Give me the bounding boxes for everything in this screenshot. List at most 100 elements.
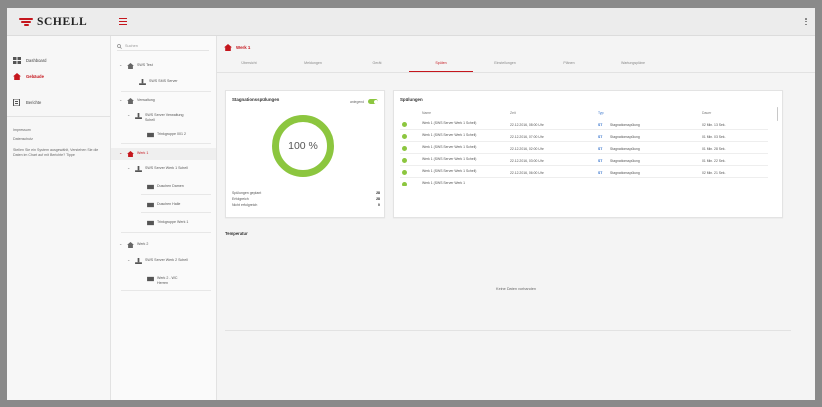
stagnation-title: Stagnationsspülungen bbox=[232, 97, 280, 102]
sidebar-item-reports[interactable]: Berichte bbox=[13, 96, 41, 108]
table-row[interactable]: Werk 1 (SWS Server Werk 1 Schell) 22.12.… bbox=[400, 155, 768, 166]
tab-device[interactable]: Gerät bbox=[345, 58, 409, 72]
tree-node-label: Verwaltung bbox=[137, 98, 155, 102]
percentage-ring: 100 % bbox=[272, 115, 334, 177]
group-icon bbox=[147, 276, 154, 282]
column-header-duration[interactable]: Dauer bbox=[702, 111, 711, 115]
chevron-down-icon[interactable]: ⌄ bbox=[127, 257, 132, 263]
stagnation-toggle[interactable] bbox=[368, 99, 378, 104]
search-icon bbox=[117, 43, 122, 49]
home-icon bbox=[13, 72, 21, 80]
table-row[interactable]: Werk 1 (SWS Server Werk 1 Schell) 22.12.… bbox=[400, 119, 768, 130]
tree-node-sws-server-verwaltung[interactable]: ⌄ SWS Server Verwaltung Schell bbox=[127, 112, 211, 122]
sidebar-item-label: Dashboard bbox=[26, 57, 47, 63]
chevron-down-icon[interactable]: ⌄ bbox=[119, 150, 124, 156]
grid-icon bbox=[13, 56, 21, 64]
tree-search[interactable]: Suchen bbox=[117, 42, 209, 51]
table-row[interactable]: Werk 1 (SWS Server Werk 1 Schell) 22.12.… bbox=[400, 131, 768, 142]
toggle-label: anlegend bbox=[350, 100, 364, 104]
sidebar: Dashboard Gebäude Berichte Impressum Dat… bbox=[7, 36, 111, 400]
tree-node-werk-2-wc-herren[interactable]: Werk 2 - WC Herren bbox=[147, 276, 211, 285]
sidebar-item-label: Gebäude bbox=[26, 73, 44, 79]
tree-node-label: SWS Test bbox=[137, 63, 153, 67]
temperature-title: Temperatur bbox=[225, 231, 248, 236]
home-icon bbox=[127, 151, 134, 157]
table-row[interactable]: Werk 1 (SWS Server Werk 1 bbox=[400, 179, 768, 186]
chevron-down-icon[interactable]: ⌄ bbox=[119, 62, 124, 68]
table-row[interactable]: Werk 1 (SWS Server Werk 1 Schell) 22.12.… bbox=[400, 167, 768, 178]
status-dot-icon bbox=[402, 122, 407, 127]
tree-node-trinkgruppe-001[interactable]: Trinkgruppe 001 2 bbox=[147, 132, 186, 138]
more-options-icon[interactable] bbox=[805, 18, 807, 26]
stat-failed: Nicht erfolgreich 0 bbox=[232, 203, 380, 207]
tree-node-label: SWS Server Werk 2 Schell bbox=[145, 258, 188, 262]
sidebar-item-buildings[interactable]: Gebäude bbox=[13, 70, 44, 82]
page-title: Werk 1 bbox=[236, 45, 251, 50]
group-icon bbox=[147, 184, 154, 190]
tab-overview[interactable]: Übersicht bbox=[217, 58, 281, 72]
server-icon bbox=[139, 79, 146, 85]
status-dot-icon bbox=[402, 146, 407, 151]
tree-node-label: SWS Server Verwaltung Schell bbox=[145, 113, 184, 122]
building-tree: Suchen ⌄ SWS Test SWS SMS Server ⌄ Verwa… bbox=[111, 36, 217, 400]
flushes-title: Spülungen bbox=[400, 97, 423, 102]
tree-node-sws-test[interactable]: ⌄ SWS Test bbox=[119, 62, 153, 69]
tree-node-sws-sms-server[interactable]: SWS SMS Server bbox=[139, 79, 178, 85]
brand-name: SCHELL bbox=[37, 16, 88, 28]
tree-node-label: Werk 2 bbox=[137, 242, 149, 246]
server-icon bbox=[135, 113, 142, 119]
tree-node-trinkgruppe-werk-1[interactable]: Trinkgruppe Werk 1 bbox=[147, 220, 188, 226]
tab-plans[interactable]: Plänen bbox=[537, 58, 601, 72]
home-icon bbox=[127, 98, 134, 104]
chevron-down-icon[interactable]: ⌄ bbox=[119, 97, 124, 103]
sidebar-item-label: Berichte bbox=[26, 99, 42, 105]
server-icon bbox=[135, 258, 142, 264]
tree-node-verwaltung[interactable]: ⌄ Verwaltung bbox=[119, 97, 155, 104]
menu-toggle-icon[interactable] bbox=[119, 18, 127, 25]
search-input[interactable]: Suchen bbox=[125, 44, 138, 48]
tree-node-label: Duschen Halle bbox=[157, 202, 181, 206]
chevron-down-icon[interactable]: ⌄ bbox=[127, 112, 132, 118]
scrollbar[interactable] bbox=[776, 107, 778, 121]
privacy-link[interactable]: Datenschutz bbox=[13, 137, 33, 142]
chevron-down-icon[interactable]: ⌄ bbox=[127, 165, 132, 171]
tree-node-duschen-halle[interactable]: Duschen Halle bbox=[147, 202, 180, 208]
status-dot-icon bbox=[402, 182, 407, 186]
tab-messages[interactable]: Meldungen bbox=[281, 58, 345, 72]
top-bar: SCHELL bbox=[7, 8, 815, 36]
stagnation-card: Stagnationsspülungen anlegend 100 % Spül… bbox=[225, 90, 385, 218]
imprint-link[interactable]: Impressum bbox=[13, 128, 31, 133]
tree-node-werk-1[interactable]: ⌄ Werk 1 bbox=[119, 150, 149, 157]
logo-mark-icon bbox=[19, 17, 33, 27]
table-row[interactable]: Werk 1 (SWS Server Werk 1 Schell) 22.12.… bbox=[400, 143, 768, 154]
app-window: SCHELL Dashboard Gebäude Berichte Impres… bbox=[7, 8, 815, 400]
status-dot-icon bbox=[402, 170, 407, 175]
column-header-time[interactable]: Zeit bbox=[510, 111, 516, 115]
column-header-name[interactable]: Name bbox=[422, 111, 431, 115]
home-icon bbox=[127, 242, 134, 248]
tab-maintenance[interactable]: Wartungspläne bbox=[601, 58, 665, 72]
tree-node-label: Werk 2 - WC Herren bbox=[157, 276, 178, 285]
temperature-empty-message: Keine Daten vorhanden bbox=[496, 287, 536, 291]
breadcrumb: Werk 1 bbox=[224, 44, 250, 51]
main-content: Werk 1 Übersicht Meldungen Gerät Spülen … bbox=[217, 36, 815, 400]
tree-node-sws-server-werk-1[interactable]: ⌄ SWS Server Werk 1 Schell bbox=[127, 165, 211, 172]
flushes-card: Spülungen Name Zeit Typ Dauer Werk 1 (SW… bbox=[393, 90, 783, 218]
sidebar-note: Stellen Sie ein System ausgewählt, Verst… bbox=[13, 148, 99, 157]
tree-node-label: Werk 1 bbox=[137, 151, 149, 155]
tree-node-label: SWS SMS Server bbox=[149, 79, 178, 83]
tab-settings[interactable]: Einstellungen bbox=[473, 58, 537, 72]
server-icon bbox=[135, 166, 142, 172]
chevron-down-icon[interactable]: ⌄ bbox=[119, 241, 124, 247]
sidebar-item-dashboard[interactable]: Dashboard bbox=[13, 54, 47, 66]
home-icon bbox=[224, 44, 232, 51]
tab-flushing[interactable]: Spülen bbox=[409, 58, 473, 72]
tree-node-label: SWS Server Werk 1 Schell bbox=[145, 166, 188, 170]
schell-logo[interactable]: SCHELL bbox=[19, 16, 87, 28]
percentage-text: 100 % bbox=[288, 140, 318, 152]
tree-node-sws-server-werk-2[interactable]: ⌄ SWS Server Werk 2 Schell bbox=[127, 257, 211, 264]
tree-node-werk-2[interactable]: ⌄ Werk 2 bbox=[119, 241, 149, 248]
home-icon bbox=[127, 63, 134, 69]
column-header-type[interactable]: Typ bbox=[598, 111, 603, 115]
tree-node-duschen-damen[interactable]: Duschen Damen bbox=[147, 184, 184, 190]
